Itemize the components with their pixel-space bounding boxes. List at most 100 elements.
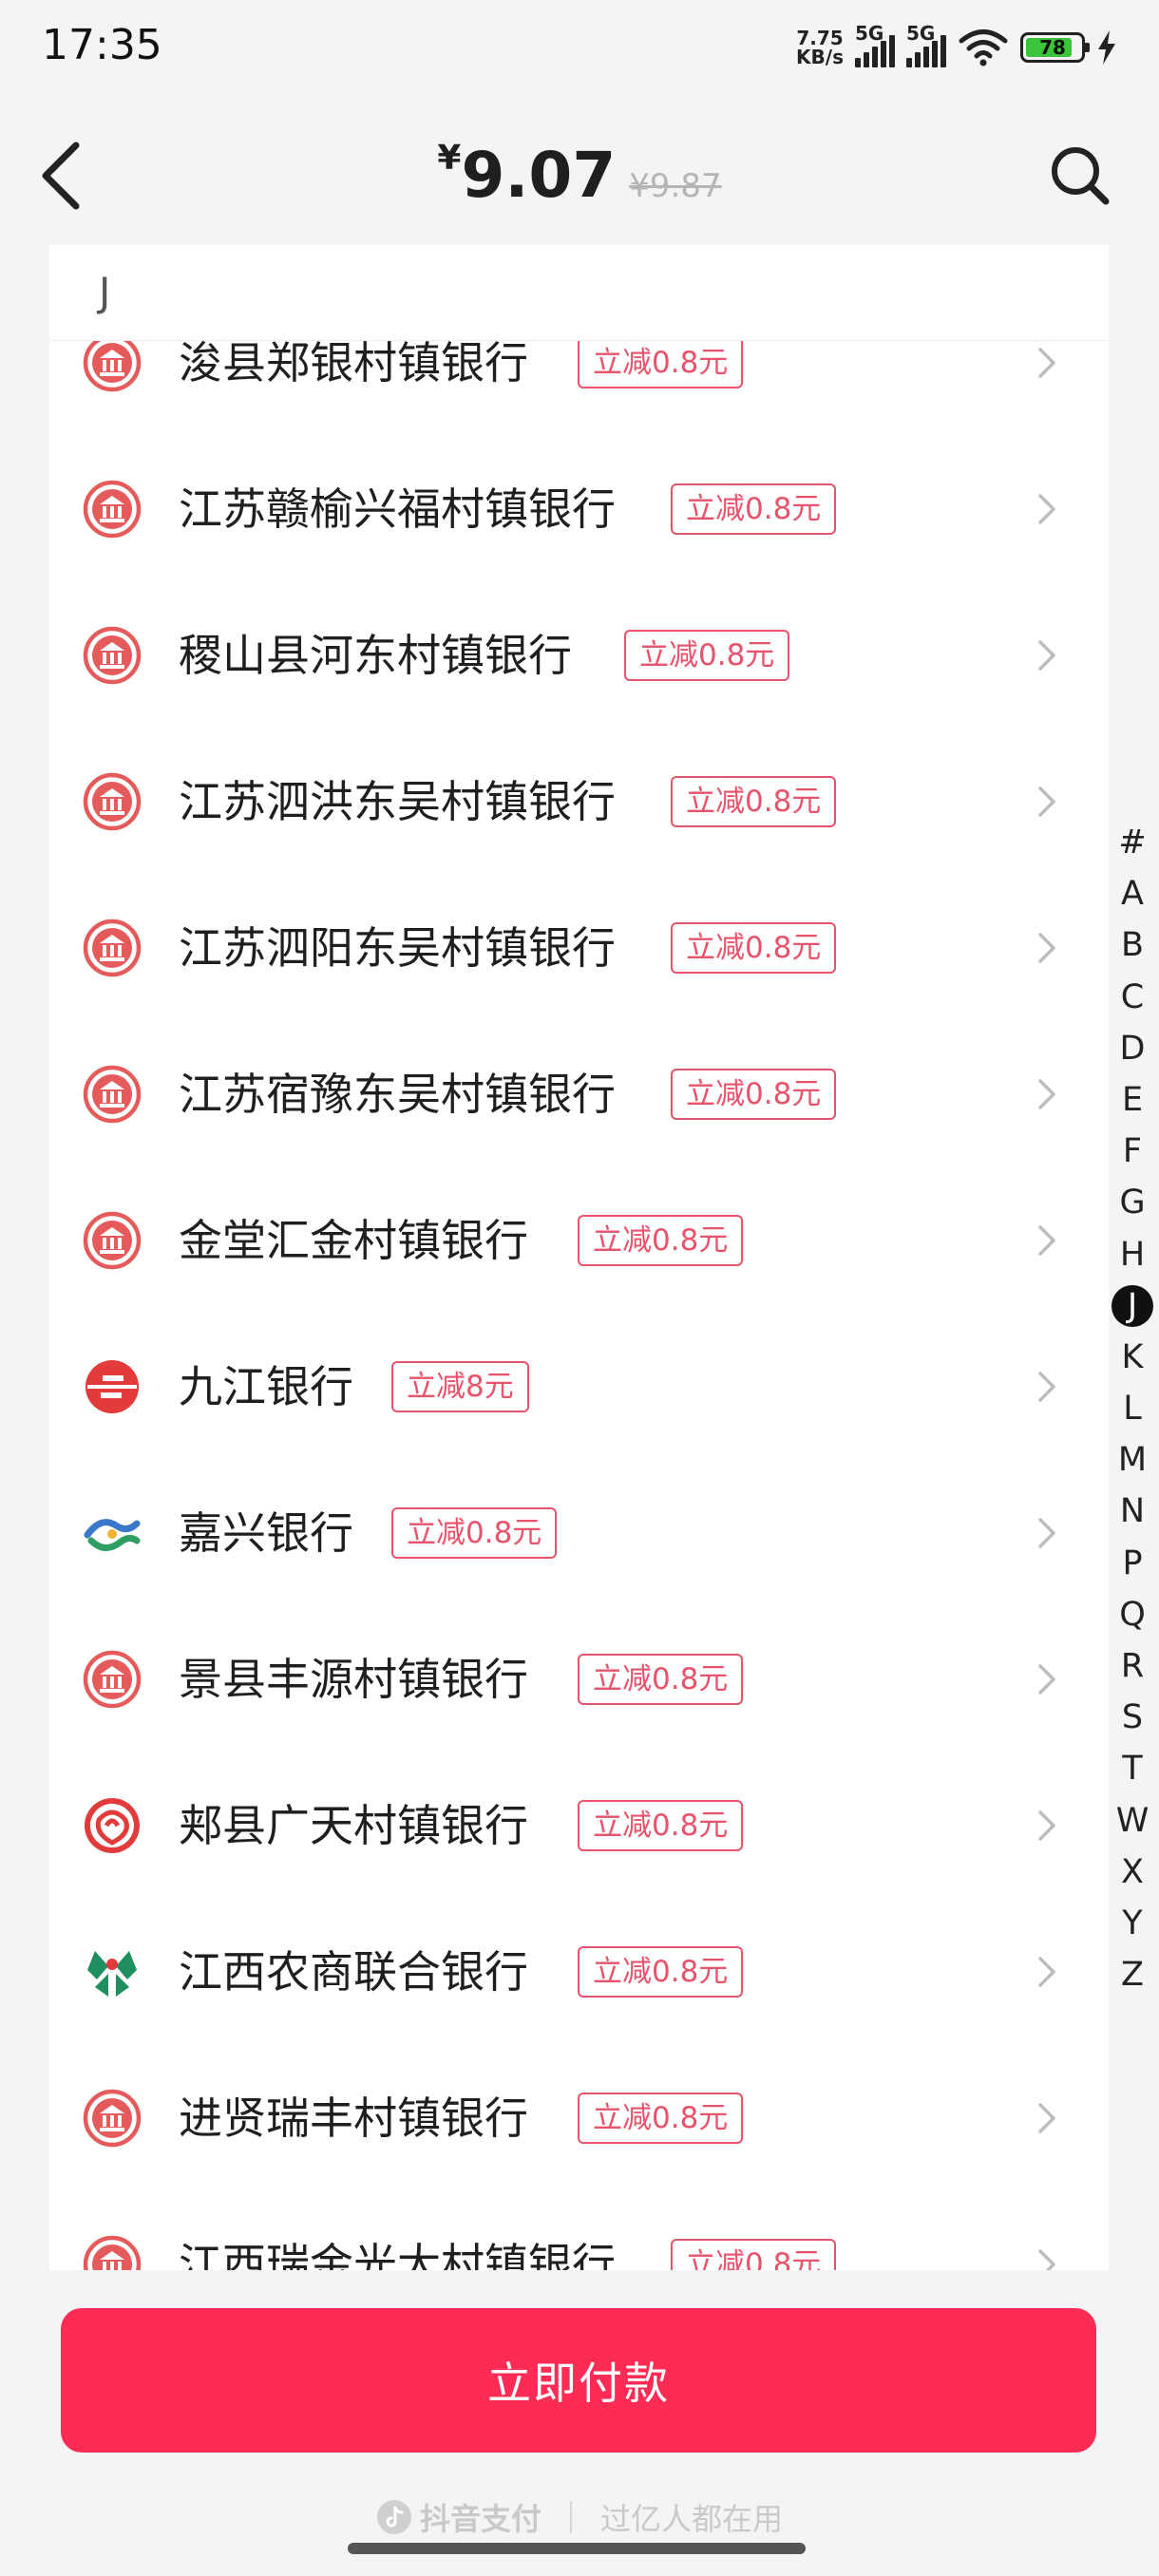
charging-icon — [1098, 30, 1115, 65]
index-letter[interactable]: H — [1112, 1229, 1153, 1280]
chevron-right-icon — [1038, 1225, 1055, 1256]
bank-row[interactable]: 嘉兴银行 立减0.8元 — [49, 1460, 1109, 1606]
search-button[interactable] — [1026, 95, 1112, 256]
index-letter-label: Q — [1119, 1595, 1146, 1634]
promo-badge: 立减0.8元 — [391, 1507, 558, 1559]
index-letter-label: Y — [1122, 1904, 1143, 1942]
chevron-right-icon — [1038, 1664, 1055, 1695]
original-price: ¥9.87 — [629, 167, 722, 205]
chevron-right-icon — [1038, 1372, 1055, 1402]
chevron-right-icon — [1038, 786, 1055, 817]
promo-badge: 立减0.8元 — [671, 2239, 837, 2270]
index-letter-label: H — [1119, 1235, 1146, 1274]
index-letter-label: Z — [1121, 1956, 1144, 1995]
promo-badge: 立减0.8元 — [671, 776, 837, 827]
home-indicator[interactable] — [348, 2543, 806, 2554]
index-letter[interactable]: F — [1112, 1126, 1153, 1177]
index-letter-label: # — [1118, 824, 1147, 862]
bank-row[interactable]: 郏县广天村镇银行 立减0.8元 — [49, 1752, 1109, 1899]
index-letter[interactable]: X — [1112, 1847, 1153, 1898]
bank-name: 九江银行 — [179, 1361, 353, 1412]
index-letter[interactable]: B — [1112, 919, 1153, 971]
bank-name: 进贤瑞丰村镇银行 — [179, 2093, 528, 2144]
promo-badge: 立减0.8元 — [624, 630, 790, 681]
promo-badge: 立减0.8元 — [671, 922, 837, 974]
index-letter[interactable]: L — [1112, 1383, 1153, 1434]
signal-icon: 5G — [855, 22, 895, 67]
index-letter-label: M — [1117, 1441, 1148, 1480]
jiangxi-rural-bank-logo-icon — [87, 1951, 137, 1997]
status-bar: 17:35 7.75 KB/s 5G 5G 78 — [0, 0, 1159, 95]
bank-name: 郏县广天村镇银行 — [179, 1800, 528, 1851]
signal-icon: 5G — [906, 22, 946, 67]
battery-icon: 78 — [1020, 32, 1090, 63]
chevron-right-icon — [1038, 2249, 1055, 2270]
status-indicators: 7.75 KB/s 5G 5G 78 — [796, 22, 1117, 72]
index-letter[interactable]: J — [1112, 1280, 1153, 1332]
douyin-logo-icon — [376, 2500, 411, 2534]
bank-row[interactable]: 九江银行 立减8元 — [49, 1314, 1109, 1460]
promo-badge: 立减0.8元 — [671, 1069, 837, 1120]
chevron-right-icon — [1038, 1079, 1055, 1109]
promo-badge: 立减0.8元 — [578, 337, 744, 388]
index-letter-label: C — [1120, 977, 1145, 1016]
jiaxian-bank-logo-icon — [84, 1798, 140, 1853]
index-letter-label: A — [1121, 875, 1144, 914]
bank-building-icon — [83, 480, 142, 539]
index-letter[interactable]: E — [1112, 1074, 1153, 1126]
index-letter[interactable]: D — [1112, 1023, 1153, 1074]
section-letter: J — [99, 269, 111, 315]
index-letter[interactable]: Z — [1112, 1949, 1153, 2000]
index-letter[interactable]: S — [1112, 1692, 1153, 1743]
index-letter[interactable]: # — [1112, 817, 1153, 868]
promo-badge: 立减0.8元 — [578, 1800, 744, 1851]
bank-name: 江西瑞金光大村镇银行 — [179, 2239, 616, 2270]
network-speed: 7.75 KB/s — [796, 28, 844, 66]
index-letter[interactable]: A — [1112, 868, 1153, 919]
bank-row[interactable]: 江西农商联合银行 立减0.8元 — [49, 1899, 1109, 2045]
index-letter-label: E — [1121, 1080, 1144, 1119]
promo-badge: 立减0.8元 — [578, 2093, 744, 2144]
index-letter[interactable]: P — [1112, 1538, 1153, 1589]
bank-name: 江苏赣榆兴福村镇银行 — [179, 483, 616, 535]
promo-badge: 立减0.8元 — [671, 483, 837, 535]
status-time: 17:35 — [42, 21, 162, 69]
index-letter[interactable]: K — [1112, 1332, 1153, 1383]
index-letter-label: D — [1119, 1029, 1146, 1068]
bank-row[interactable]: 金堂汇金村镇银行 立减0.8元 — [49, 1167, 1109, 1314]
bank-name: 江苏泗阳东吴村镇银行 — [179, 922, 616, 974]
promo-badge: 立减0.8元 — [578, 1946, 744, 1998]
index-letter[interactable]: G — [1112, 1177, 1153, 1228]
index-letter[interactable]: Q — [1112, 1589, 1153, 1640]
index-letter[interactable]: C — [1112, 972, 1153, 1023]
index-letter[interactable]: R — [1112, 1640, 1153, 1692]
index-letter[interactable]: Y — [1112, 1898, 1153, 1949]
bank-name: 江西农商联合银行 — [179, 1946, 528, 1998]
promo-badge: 立减0.8元 — [578, 1654, 744, 1705]
index-letter-label: S — [1121, 1698, 1144, 1737]
index-letter[interactable]: W — [1112, 1795, 1153, 1847]
brand-label: 抖音支付 — [419, 2501, 542, 2537]
index-letter[interactable]: N — [1112, 1486, 1153, 1537]
jiaxing-bank-logo-icon — [84, 1519, 141, 1551]
bank-building-icon — [83, 626, 142, 685]
bank-row[interactable]: 江苏宿豫东吴村镇银行 立减0.8元 — [49, 1021, 1109, 1167]
bank-name: 金堂汇金村镇银行 — [179, 1215, 528, 1266]
bank-row[interactable]: 进贤瑞丰村镇银行 立减0.8元 — [49, 2045, 1109, 2191]
bank-row[interactable]: 江苏泗阳东吴村镇银行 立减0.8元 — [49, 875, 1109, 1021]
alphabet-index-bar[interactable]: # A B C D E F G H J K L M N P Q R S T W X Y Z — [1112, 817, 1153, 2000]
bank-row[interactable]: 江苏泗洪东吴村镇银行 立减0.8元 — [49, 729, 1109, 875]
bank-row[interactable]: 江西瑞金光大村镇银行 立减0.8元 — [49, 2191, 1109, 2270]
bank-row[interactable]: 江苏赣榆兴福村镇银行 立减0.8元 — [49, 436, 1109, 582]
chevron-right-icon — [1038, 2103, 1055, 2133]
chevron-right-icon — [1038, 640, 1055, 671]
index-letter-label: G — [1119, 1184, 1146, 1222]
pay-now-button[interactable]: 立即付款 — [61, 2308, 1096, 2453]
bank-name: 景县丰源村镇银行 — [179, 1654, 528, 1705]
bank-row[interactable]: 景县丰源村镇银行 立减0.8元 — [49, 1606, 1109, 1752]
bank-row[interactable]: 稷山县河东村镇银行 立减0.8元 — [49, 582, 1109, 729]
network-speed-value: 7.75 — [796, 27, 844, 49]
index-letter[interactable]: M — [1112, 1434, 1153, 1486]
promo-badge: 立减8元 — [391, 1361, 529, 1412]
index-letter[interactable]: T — [1112, 1743, 1153, 1794]
